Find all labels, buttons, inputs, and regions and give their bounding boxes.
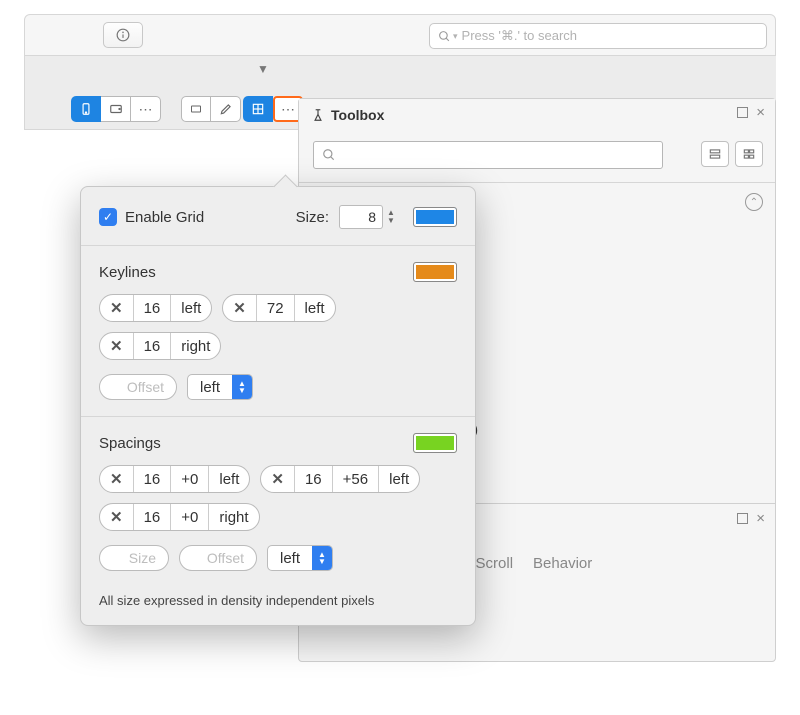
- spacing-side[interactable]: right: [208, 504, 258, 530]
- spacing-size-input[interactable]: Size: [99, 545, 169, 571]
- device-more-button[interactable]: ⋯: [131, 96, 161, 122]
- keyline-side[interactable]: left: [170, 295, 211, 321]
- device-phone-button[interactable]: [71, 96, 101, 122]
- spacing-size[interactable]: 16: [133, 466, 171, 492]
- keyline-pill: ✕ 16 left: [99, 294, 212, 322]
- remove-spacing-icon[interactable]: ✕: [100, 504, 133, 530]
- spacing-size[interactable]: 16: [133, 504, 171, 530]
- spacing-size[interactable]: 16: [294, 466, 332, 492]
- spacing-side[interactable]: left: [378, 466, 419, 492]
- spacing-pill: ✕ 16 +0 left: [99, 465, 250, 493]
- section-collapse-icon[interactable]: ⌃: [745, 193, 763, 211]
- keyline-pill: ✕ 16 right: [99, 332, 221, 360]
- inner-maximize-icon[interactable]: [737, 513, 748, 524]
- grid-toggle-button[interactable]: [243, 96, 273, 122]
- spacings-list: ✕ 16 +0 left ✕ 16 +56 left ✕ 16 +0 right: [99, 465, 457, 531]
- toolbox-maximize-icon[interactable]: [737, 107, 748, 118]
- keyline-value[interactable]: 16: [133, 333, 171, 359]
- global-search[interactable]: ▾ Press '⌘.' to search: [429, 23, 767, 49]
- spacing-side[interactable]: left: [208, 466, 249, 492]
- toolbox-view-list-button[interactable]: [701, 141, 729, 167]
- device-segments: ⋯: [71, 96, 161, 122]
- keyline-offset-input[interactable]: Offset: [99, 374, 177, 400]
- keyline-side[interactable]: left: [294, 295, 335, 321]
- toolbox-header: Toolbox ×: [299, 99, 775, 183]
- inner-close-icon[interactable]: ×: [756, 513, 765, 524]
- remove-keyline-icon[interactable]: ✕: [100, 333, 133, 359]
- mode-segments: [181, 96, 241, 122]
- spacing-side-value: left: [268, 546, 312, 570]
- remove-keyline-icon[interactable]: ✕: [100, 295, 133, 321]
- spacing-pill: ✕ 16 +0 right: [99, 503, 260, 531]
- enable-grid-label: Enable Grid: [125, 209, 204, 226]
- keylines-list: ✕ 16 left ✕ 72 left ✕ 16 right: [99, 294, 457, 360]
- search-placeholder: Press '⌘.' to search: [462, 28, 758, 44]
- spacing-side-select[interactable]: left ▲▼: [267, 545, 333, 571]
- keyline-side-value: left: [188, 375, 232, 399]
- spacing-offset[interactable]: +0: [170, 504, 208, 530]
- device-tablet-button[interactable]: [101, 96, 131, 122]
- keyline-side[interactable]: right: [170, 333, 220, 359]
- divider: [81, 245, 475, 246]
- grid-color-swatch[interactable]: [413, 207, 457, 227]
- popover-footnote: All size expressed in density independen…: [99, 593, 457, 608]
- remove-keyline-icon[interactable]: ✕: [223, 295, 256, 321]
- mode-bounds-button[interactable]: [181, 96, 211, 122]
- grid-size-input[interactable]: 8: [339, 205, 383, 229]
- spacing-offset[interactable]: +56: [332, 466, 378, 492]
- remove-spacing-icon[interactable]: ✕: [261, 466, 294, 492]
- mode-brush-button[interactable]: [211, 96, 241, 122]
- spacing-offset[interactable]: +0: [170, 466, 208, 492]
- spacings-heading: Spacings: [99, 435, 161, 452]
- select-stepper-icon: ▲▼: [232, 375, 252, 399]
- grid-options-popover: ✓ Enable Grid Size: 8 ▲▼ Keylines ✕ 16 l…: [80, 186, 476, 626]
- enable-grid-checkbox[interactable]: ✓: [99, 208, 117, 226]
- spacing-pill: ✕ 16 +56 left: [260, 465, 420, 493]
- divider: [81, 416, 475, 417]
- keyline-side-select[interactable]: left ▲▼: [187, 374, 253, 400]
- toolbox-view-grid-button[interactable]: [735, 141, 763, 167]
- tab-behavior[interactable]: Behavior: [533, 555, 592, 572]
- toolbox-close-icon[interactable]: ×: [756, 107, 765, 118]
- keylines-color-swatch[interactable]: [413, 262, 457, 282]
- remove-spacing-icon[interactable]: ✕: [100, 466, 133, 492]
- toolbox-title-text: Toolbox: [331, 107, 384, 123]
- keyline-value[interactable]: 16: [133, 295, 171, 321]
- search-scope-chevron-icon[interactable]: ▾: [453, 31, 458, 42]
- toolbox-icon: [311, 108, 325, 122]
- spacings-color-swatch[interactable]: [413, 433, 457, 453]
- grid-size-stepper[interactable]: ▲▼: [387, 209, 401, 225]
- keyline-pill: ✕ 72 left: [222, 294, 335, 322]
- toolbox-title: Toolbox: [311, 107, 384, 123]
- ribbon-dropdown-icon[interactable]: ▼: [254, 62, 272, 80]
- window-toolbar: ▾ Press '⌘.' to search: [24, 14, 776, 56]
- keyline-value[interactable]: 72: [256, 295, 294, 321]
- toolbox-search[interactable]: [313, 141, 663, 169]
- grid-size-label: Size:: [296, 209, 329, 226]
- search-icon: [322, 148, 336, 162]
- select-stepper-icon: ▲▼: [312, 546, 332, 570]
- tab-scroll[interactable]: Scroll: [476, 555, 514, 572]
- grid-segments: ⋯: [243, 96, 303, 122]
- keylines-heading: Keylines: [99, 264, 156, 281]
- info-button[interactable]: [103, 22, 143, 48]
- spacing-offset-input[interactable]: Offset: [179, 545, 257, 571]
